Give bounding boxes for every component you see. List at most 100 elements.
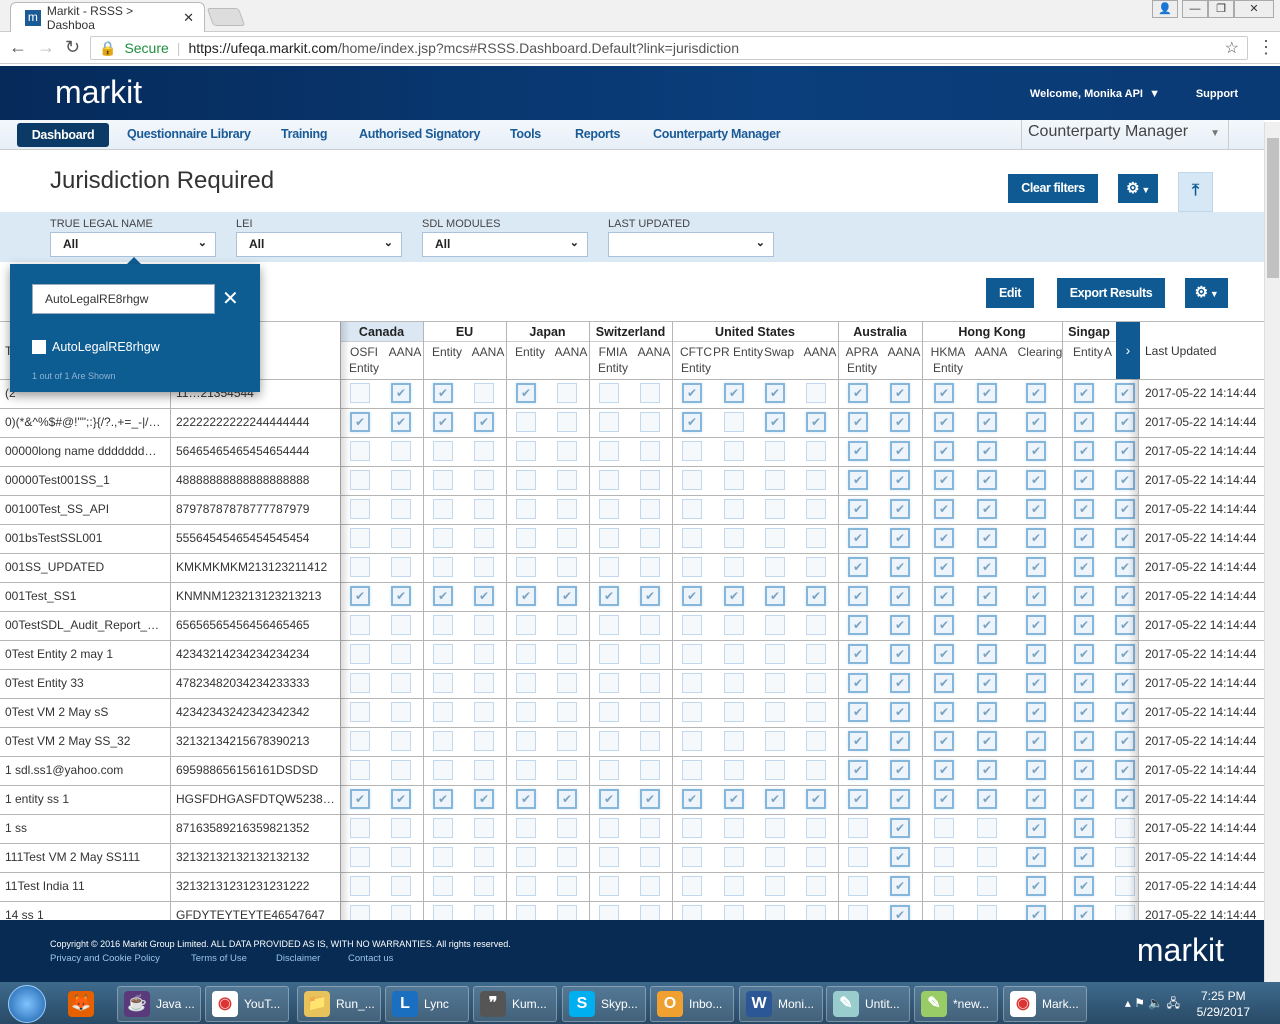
row-name[interactable]: 11Test India 11: [5, 879, 165, 893]
checkbox-checked[interactable]: ✔: [848, 760, 868, 780]
checkbox-unchecked[interactable]: [433, 847, 453, 867]
checkbox-unchecked[interactable]: [433, 441, 453, 461]
scroll-columns-right-button[interactable]: ›: [1116, 322, 1140, 379]
checkbox-checked[interactable]: ✔: [977, 470, 997, 490]
checkbox-checked[interactable]: ✔: [890, 673, 910, 693]
checkbox-unchecked[interactable]: [599, 470, 619, 490]
new-tab-button[interactable]: [206, 8, 246, 26]
checkbox-checked[interactable]: ✔: [765, 412, 785, 432]
checkbox-unchecked[interactable]: [350, 441, 370, 461]
checkbox-checked[interactable]: ✔: [391, 789, 411, 809]
checkbox-unchecked[interactable]: [557, 876, 577, 896]
checkbox-unchecked[interactable]: [640, 470, 660, 490]
checkbox-checked[interactable]: ✔: [682, 586, 702, 606]
row-name[interactable]: 00000Test001SS_1: [5, 473, 165, 487]
checkbox-checked[interactable]: ✔: [516, 789, 536, 809]
checkbox-checked[interactable]: ✔: [1074, 818, 1094, 838]
checkbox-checked[interactable]: ✔: [1074, 528, 1094, 548]
checkbox-checked[interactable]: ✔: [1074, 905, 1094, 920]
checkbox-unchecked[interactable]: [350, 383, 370, 403]
checkbox-unchecked[interactable]: [433, 499, 453, 519]
checkbox-unchecked[interactable]: [391, 441, 411, 461]
checkbox-unchecked[interactable]: [516, 557, 536, 577]
nav-training[interactable]: Training: [281, 127, 328, 141]
checkbox-checked[interactable]: ✔: [1074, 760, 1094, 780]
checkbox-unchecked[interactable]: [640, 847, 660, 867]
table-settings-button[interactable]: ⚙ ▼: [1185, 278, 1228, 308]
checkbox-checked[interactable]: ✔: [890, 847, 910, 867]
checkbox-unchecked[interactable]: [765, 557, 785, 577]
checkbox-unchecked[interactable]: [640, 760, 660, 780]
last-updated-column-header[interactable]: Last Updated: [1145, 344, 1216, 358]
privacy-link[interactable]: Privacy and Cookie Policy: [50, 953, 160, 964]
checkbox-unchecked[interactable]: [391, 644, 411, 664]
markit-logo[interactable]: markit: [55, 74, 142, 111]
checkbox-checked[interactable]: ✔: [433, 412, 453, 432]
checkbox-checked[interactable]: ✔: [433, 789, 453, 809]
checkbox-unchecked[interactable]: [682, 673, 702, 693]
checkbox-unchecked[interactable]: [848, 905, 868, 920]
checkbox-unchecked[interactable]: [391, 528, 411, 548]
checkbox-checked[interactable]: ✔: [890, 615, 910, 635]
row-name[interactable]: 0)(*&^%$#@!"";:}{/?.,+=_-|/…: [5, 415, 165, 429]
checkbox-unchecked[interactable]: [765, 818, 785, 838]
disclaimer-link[interactable]: Disclaimer: [276, 953, 320, 964]
checkbox-unchecked[interactable]: [599, 760, 619, 780]
checkbox-checked[interactable]: ✔: [1074, 557, 1094, 577]
checkbox-checked[interactable]: ✔: [1074, 586, 1094, 606]
taskbar-item[interactable]: ✎ Untit...: [826, 986, 910, 1022]
checkbox-unchecked[interactable]: [682, 818, 702, 838]
checkbox-checked[interactable]: ✔: [765, 383, 785, 403]
checkbox-unchecked[interactable]: [391, 499, 411, 519]
taskbar-item[interactable]: 📁 Run_...: [297, 986, 381, 1022]
checkbox-checked[interactable]: ✔: [1074, 731, 1094, 751]
checkbox-checked[interactable]: ✔: [934, 731, 954, 751]
checkbox-unchecked[interactable]: [474, 905, 494, 920]
taskbar-item[interactable]: ◉ Mark...: [1003, 986, 1087, 1022]
checkbox-checked[interactable]: ✔: [1026, 615, 1046, 635]
checkbox-unchecked[interactable]: [640, 702, 660, 722]
checkbox-unchecked[interactable]: [474, 673, 494, 693]
checkbox-unchecked[interactable]: [599, 644, 619, 664]
checkbox-unchecked[interactable]: [934, 876, 954, 896]
checkbox-checked[interactable]: ✔: [934, 557, 954, 577]
checkbox-unchecked[interactable]: [682, 470, 702, 490]
checkbox-unchecked[interactable]: [516, 731, 536, 751]
checkbox-unchecked[interactable]: [806, 499, 826, 519]
checkbox-checked[interactable]: ✔: [433, 586, 453, 606]
checkbox-unchecked[interactable]: [640, 818, 660, 838]
checkbox-checked[interactable]: ✔: [934, 586, 954, 606]
checkbox-unchecked[interactable]: [474, 615, 494, 635]
checkbox-unchecked[interactable]: [391, 557, 411, 577]
checkbox-unchecked[interactable]: [516, 760, 536, 780]
checkbox-unchecked[interactable]: [640, 383, 660, 403]
checkbox-checked[interactable]: ✔: [391, 586, 411, 606]
scrollbar-thumb[interactable]: [1267, 138, 1279, 278]
checkbox-checked[interactable]: ✔: [934, 760, 954, 780]
checkbox-unchecked[interactable]: [516, 644, 536, 664]
checkbox-unchecked[interactable]: [474, 383, 494, 403]
checkbox-checked[interactable]: ✔: [1074, 789, 1094, 809]
app-selector-dropdown[interactable]: Counterparty Manager ▼: [1021, 120, 1229, 150]
checkbox-checked[interactable]: ✔: [640, 789, 660, 809]
row-name[interactable]: 001bsTestSSL001: [5, 531, 165, 545]
checkbox-unchecked[interactable]: [765, 470, 785, 490]
checkbox-unchecked[interactable]: [599, 847, 619, 867]
checkbox-unchecked[interactable]: [516, 876, 536, 896]
checkbox-checked[interactable]: ✔: [682, 383, 702, 403]
checkbox-unchecked[interactable]: [599, 905, 619, 920]
checkbox-checked[interactable]: ✔: [934, 528, 954, 548]
checkbox-unchecked[interactable]: [806, 441, 826, 461]
checkbox-unchecked[interactable]: [977, 847, 997, 867]
checkbox-checked[interactable]: ✔: [977, 557, 997, 577]
checkbox-unchecked[interactable]: [350, 847, 370, 867]
checkbox-unchecked[interactable]: [599, 383, 619, 403]
checkbox-unchecked[interactable]: [433, 702, 453, 722]
checkbox-checked[interactable]: ✔: [890, 760, 910, 780]
checkbox-unchecked[interactable]: [640, 615, 660, 635]
close-window-button[interactable]: ✕: [1234, 0, 1274, 18]
checkbox-unchecked[interactable]: [350, 528, 370, 548]
checkbox-unchecked[interactable]: [474, 528, 494, 548]
checkbox-checked[interactable]: ✔: [682, 412, 702, 432]
checkbox-checked[interactable]: ✔: [1026, 470, 1046, 490]
